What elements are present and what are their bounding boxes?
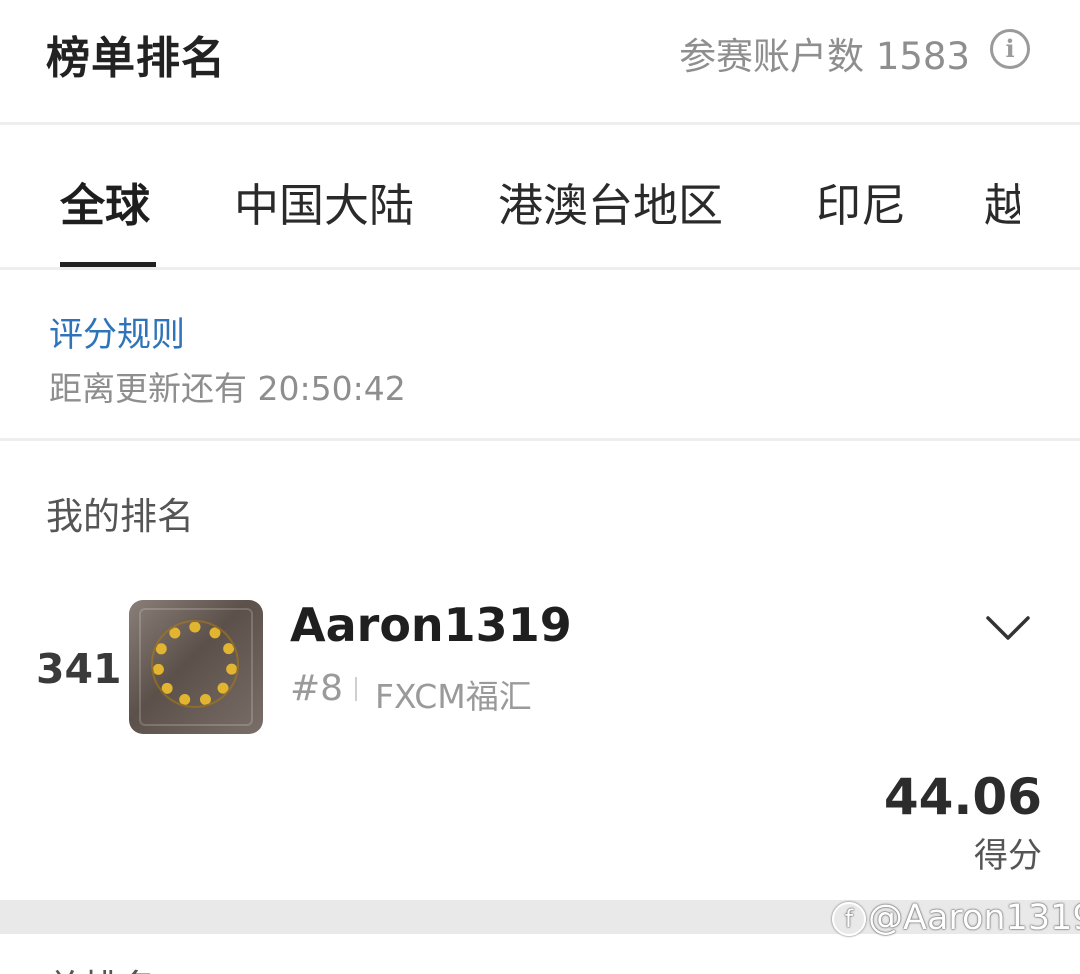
avatar[interactable] <box>129 600 263 734</box>
score-value: 44.06 <box>883 768 1042 826</box>
chevron-down-icon[interactable] <box>985 606 1031 652</box>
rules-divider <box>0 438 1080 441</box>
watermark-logo-icon: f <box>832 902 866 936</box>
sub-rank: #8 <box>290 668 344 709</box>
tab-vietnam[interactable]: 越 <box>984 169 1020 234</box>
region-tabs: 全球 中国大陆 港澳台地区 印尼 越 <box>0 125 1080 267</box>
page-header: 榜单排名 参赛账户数 1583 i <box>0 0 1080 122</box>
username[interactable]: Aaron1319 <box>290 598 572 652</box>
sub-rank-separator <box>355 677 357 701</box>
watermark: f @Aaron1319 <box>832 898 1080 938</box>
tab-global[interactable]: 全球 <box>60 169 150 234</box>
info-icon[interactable]: i <box>990 29 1030 69</box>
tab-mainland-china[interactable]: 中国大陆 <box>234 169 414 234</box>
rank-number: 341 <box>36 645 122 693</box>
tab-hk-macau-taiwan[interactable]: 港澳台地区 <box>498 169 723 234</box>
tabs-divider <box>0 267 1080 270</box>
participant-count: 参赛账户数 1583 <box>679 35 970 78</box>
page-title: 榜单排名 <box>46 33 226 84</box>
my-rank-section-label: 我的排名 <box>46 495 194 538</box>
update-countdown: 距离更新还有 20:50:42 <box>49 369 406 408</box>
tab-indonesia[interactable]: 印尼 <box>816 169 906 234</box>
overall-rank-section-label: 总排名 <box>46 958 157 974</box>
broker-name: FXCM福汇 <box>375 677 532 716</box>
scoring-rules-link[interactable]: 评分规则 <box>49 307 185 356</box>
score-label: 得分 <box>974 836 1042 876</box>
bracelet-icon <box>153 622 237 706</box>
watermark-text: @Aaron1319 <box>868 898 1080 938</box>
